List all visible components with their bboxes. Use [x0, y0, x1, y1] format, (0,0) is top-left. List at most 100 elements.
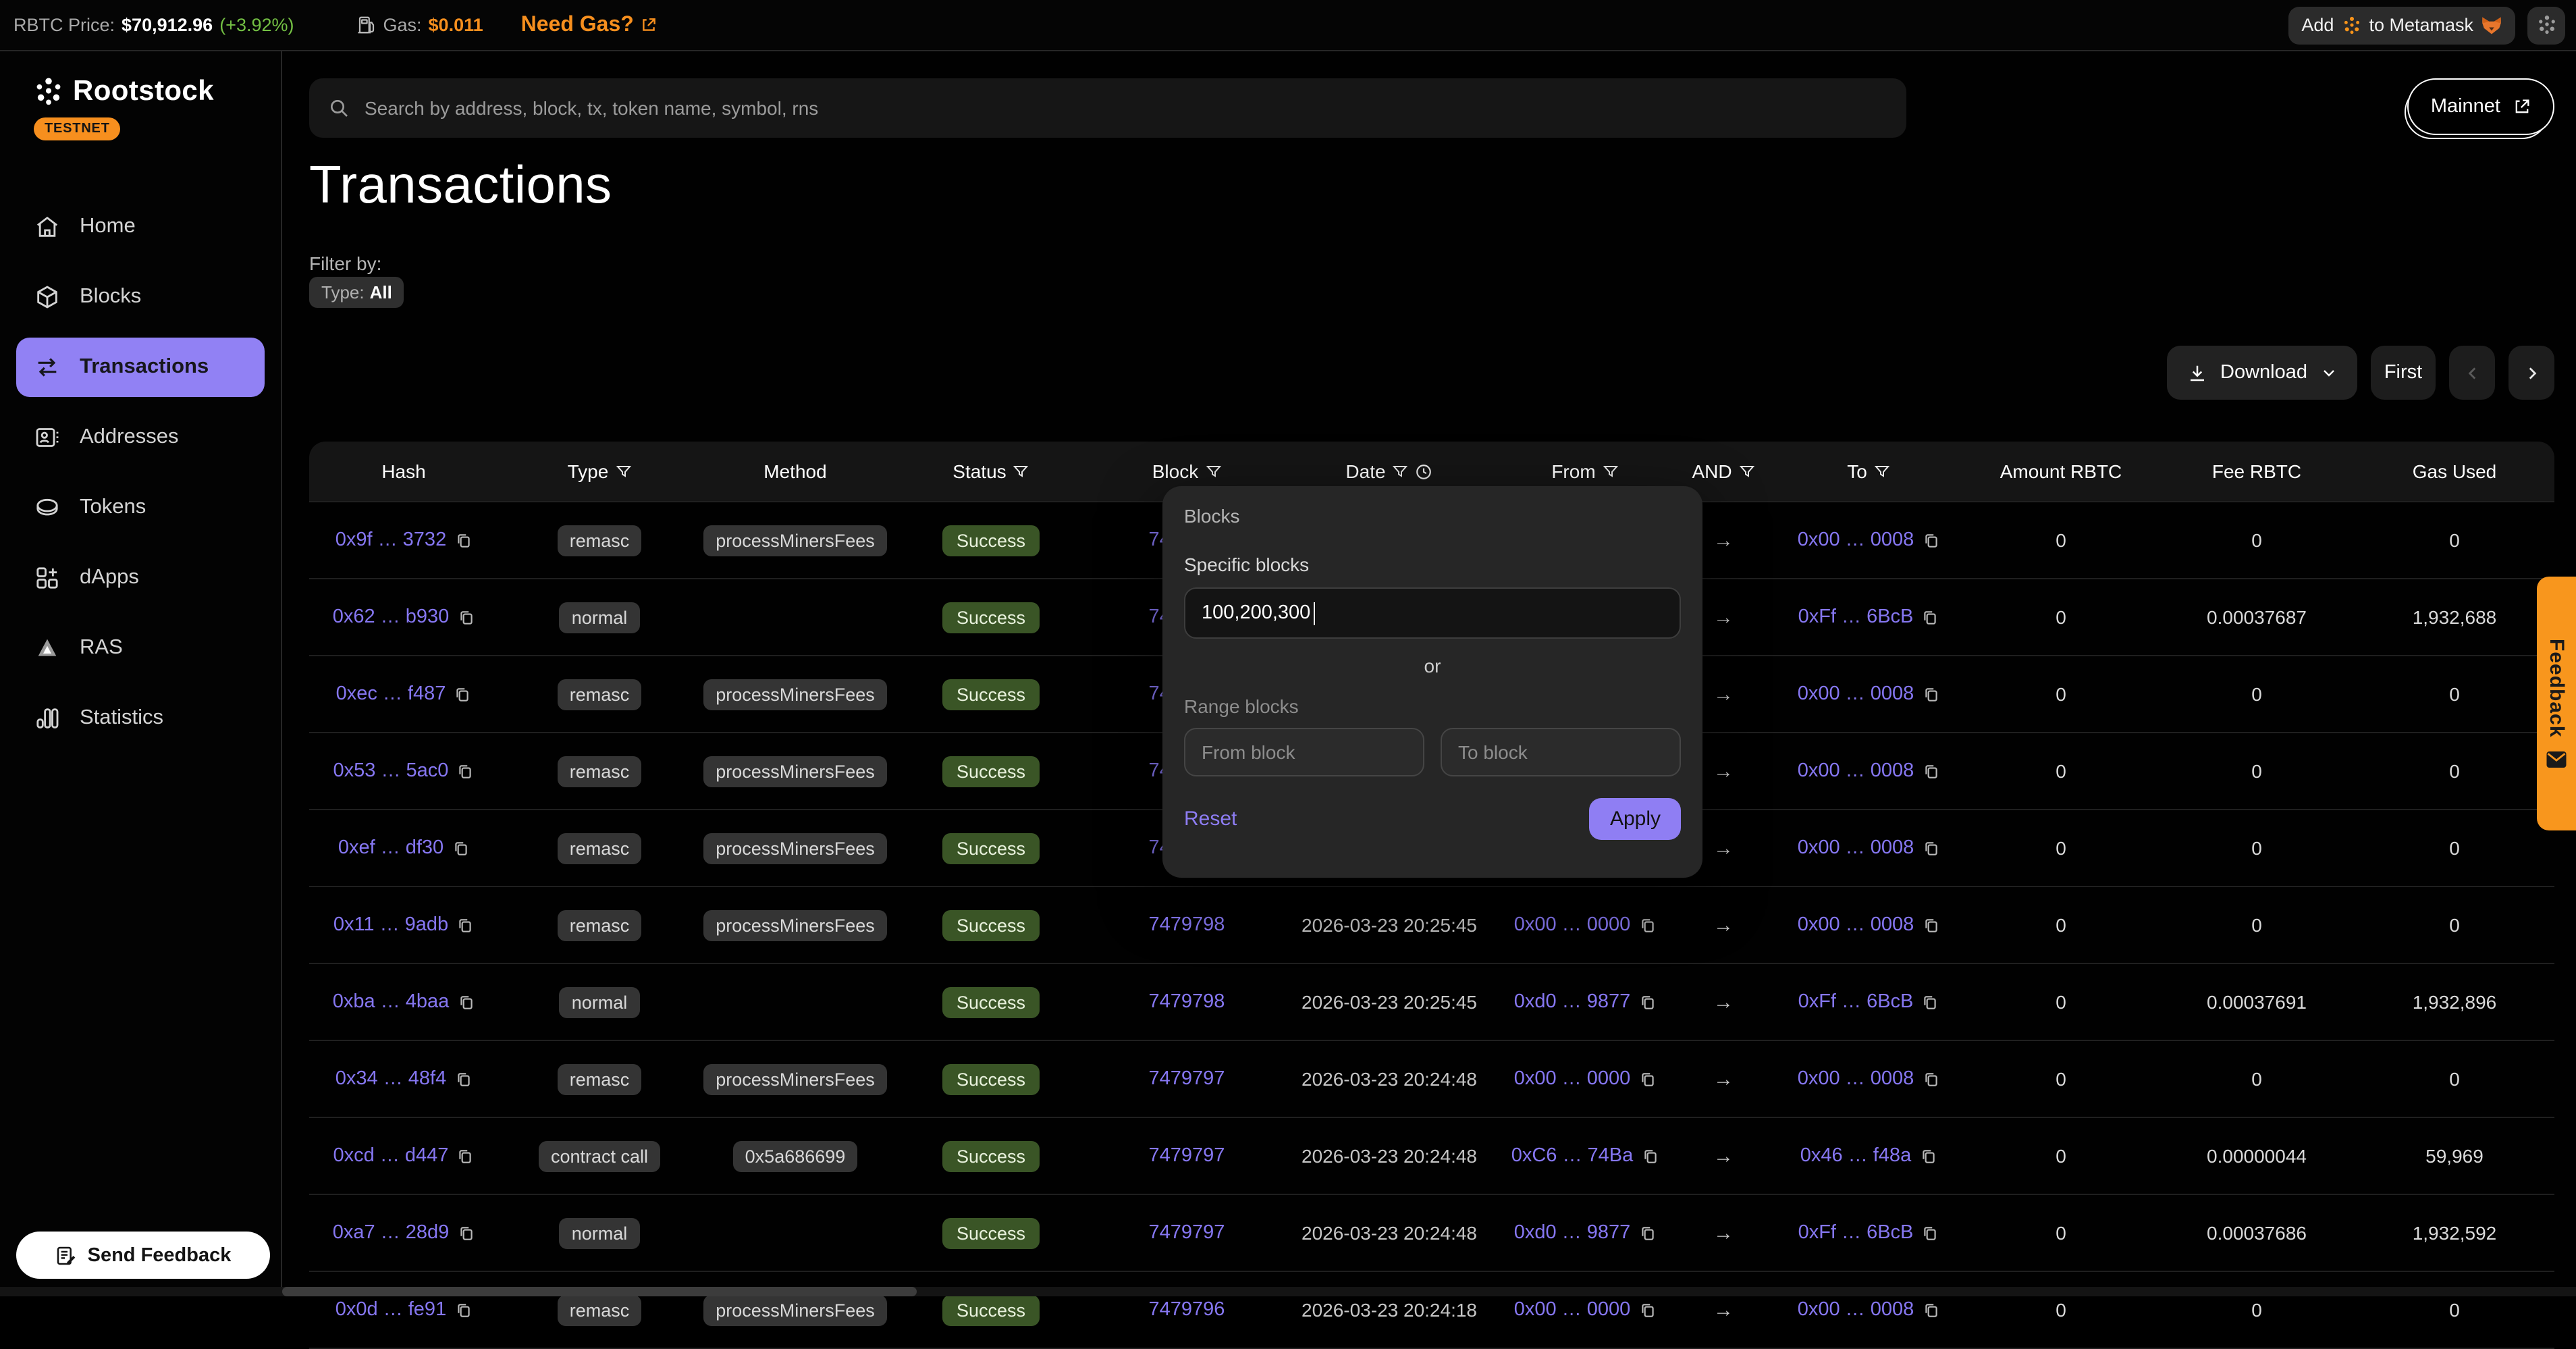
to-address-link[interactable]: 0x00 … 0008: [1798, 683, 1914, 705]
from-address-link[interactable]: 0x00 … 0000: [1514, 1299, 1631, 1321]
to-address-link[interactable]: 0x46 … f48a: [1800, 1145, 1911, 1167]
tx-hash-link[interactable]: 0xba … 4baa: [333, 991, 450, 1013]
block-link[interactable]: 7479798: [1149, 991, 1225, 1013]
copy-icon[interactable]: [457, 1224, 475, 1242]
filter-icon[interactable]: [1013, 463, 1029, 479]
download-button[interactable]: Download: [2166, 346, 2357, 400]
copy-icon[interactable]: [1638, 993, 1656, 1011]
block-link[interactable]: 7479796: [1149, 1299, 1225, 1321]
from-address-link[interactable]: 0x00 … 0000: [1514, 1068, 1631, 1090]
to-address-link[interactable]: 0x00 … 0008: [1798, 837, 1914, 859]
tx-hash-link[interactable]: 0x62 … b930: [333, 606, 450, 628]
copy-icon[interactable]: [1922, 1301, 1939, 1319]
tx-hash-link[interactable]: 0xec … f487: [336, 683, 446, 705]
from-address-link[interactable]: 0xd0 … 9877: [1514, 1222, 1631, 1244]
copy-icon[interactable]: [1638, 916, 1656, 934]
to-block-input[interactable]: [1441, 728, 1681, 776]
search-input[interactable]: [362, 96, 1887, 120]
copy-icon[interactable]: [456, 1147, 474, 1165]
block-link[interactable]: 7479798: [1149, 914, 1225, 936]
to-address-link[interactable]: 0x00 … 0008: [1798, 760, 1914, 782]
copy-icon[interactable]: [1922, 916, 1939, 934]
copy-icon[interactable]: [452, 839, 469, 857]
block-link[interactable]: 7479797: [1149, 1222, 1225, 1244]
sidebar-item-ras[interactable]: RAS: [16, 618, 265, 678]
column-header-type[interactable]: Type: [498, 460, 701, 482]
first-page-button[interactable]: First: [2371, 346, 2436, 400]
copy-icon[interactable]: [1921, 608, 1939, 626]
copy-icon[interactable]: [1922, 531, 1939, 549]
to-address-link[interactable]: 0x00 … 0008: [1798, 529, 1914, 551]
filter-icon[interactable]: [1393, 463, 1409, 479]
tx-hash-link[interactable]: 0xa7 … 28d9: [333, 1222, 450, 1244]
copy-icon[interactable]: [1921, 1224, 1939, 1242]
copy-icon[interactable]: [457, 608, 475, 626]
column-header-date[interactable]: Date: [1281, 460, 1497, 482]
tx-hash-link[interactable]: 0x11 … 9adb: [333, 914, 448, 936]
sidebar-item-dapps[interactable]: dApps: [16, 548, 265, 608]
copy-icon[interactable]: [1641, 1147, 1659, 1165]
rootstock-network-button[interactable]: [2527, 6, 2565, 44]
column-header-from[interactable]: From: [1497, 460, 1673, 482]
to-address-link[interactable]: 0xFf … 6BcB: [1798, 1222, 1914, 1244]
filter-icon[interactable]: [1739, 463, 1755, 479]
sidebar-item-tokens[interactable]: Tokens: [16, 478, 265, 537]
copy-icon[interactable]: [1919, 1147, 1937, 1165]
copy-icon[interactable]: [1638, 1070, 1656, 1088]
copy-icon[interactable]: [1922, 685, 1939, 703]
copy-icon[interactable]: [454, 531, 472, 549]
from-address-link[interactable]: 0x00 … 0000: [1514, 914, 1631, 936]
tx-hash-link[interactable]: 0xcd … d447: [333, 1145, 449, 1167]
specific-blocks-input[interactable]: 100,200,300: [1184, 587, 1681, 639]
copy-icon[interactable]: [454, 1070, 472, 1088]
tx-hash-link[interactable]: 0x34 … 48f4: [336, 1068, 446, 1090]
feedback-tab[interactable]: Feedback: [2537, 577, 2576, 830]
to-address-link[interactable]: 0x00 … 0008: [1798, 1068, 1914, 1090]
to-address-link[interactable]: 0xFf … 6BcB: [1798, 606, 1914, 628]
horizontal-scrollbar-thumb[interactable]: [282, 1287, 917, 1296]
rootstock-logo[interactable]: Rootstock: [0, 51, 281, 108]
next-page-button[interactable]: [2508, 346, 2554, 400]
filter-icon[interactable]: [615, 463, 631, 479]
column-header-status[interactable]: Status: [890, 460, 1092, 482]
copy-icon[interactable]: [1922, 839, 1939, 857]
filter-icon[interactable]: [1205, 463, 1221, 479]
column-header-and[interactable]: AND: [1673, 460, 1774, 482]
type-filter-chip[interactable]: Type: All: [309, 277, 404, 308]
copy-icon[interactable]: [1638, 1224, 1656, 1242]
tx-hash-link[interactable]: 0x9f … 3732: [336, 529, 446, 551]
tx-hash-link[interactable]: 0x53 … 5ac0: [333, 760, 449, 782]
copy-icon[interactable]: [457, 993, 475, 1011]
clock-icon[interactable]: [1416, 462, 1433, 480]
copy-icon[interactable]: [1638, 1301, 1656, 1319]
copy-icon[interactable]: [456, 916, 474, 934]
tx-hash-link[interactable]: 0x0d … fe91: [336, 1299, 446, 1321]
copy-icon[interactable]: [1922, 1070, 1939, 1088]
tx-hash-link[interactable]: 0xef … df30: [338, 837, 444, 859]
filter-icon[interactable]: [1603, 463, 1619, 479]
sidebar-item-blocks[interactable]: Blocks: [16, 267, 265, 327]
to-address-link[interactable]: 0xFf … 6BcB: [1798, 991, 1914, 1013]
copy-icon[interactable]: [1921, 993, 1939, 1011]
from-address-link[interactable]: 0xC6 … 74Ba: [1511, 1145, 1634, 1167]
sidebar-item-transactions[interactable]: Transactions: [16, 338, 265, 397]
block-link[interactable]: 7479797: [1149, 1068, 1225, 1090]
copy-icon[interactable]: [454, 685, 471, 703]
add-to-metamask-button[interactable]: Add to Metamask: [2288, 6, 2515, 44]
sidebar-item-statistics[interactable]: Statistics: [16, 689, 265, 748]
to-address-link[interactable]: 0x00 … 0008: [1798, 1299, 1914, 1321]
from-address-link[interactable]: 0xd0 … 9877: [1514, 991, 1631, 1013]
mainnet-switch-button[interactable]: Mainnet: [2408, 78, 2554, 135]
to-address-link[interactable]: 0x00 … 0008: [1798, 914, 1914, 936]
sidebar-item-home[interactable]: Home: [16, 197, 265, 257]
send-feedback-button[interactable]: Send Feedback: [16, 1232, 270, 1279]
copy-icon[interactable]: [1922, 762, 1939, 780]
copy-icon[interactable]: [454, 1301, 472, 1319]
copy-icon[interactable]: [456, 762, 474, 780]
column-header-block[interactable]: Block: [1092, 460, 1281, 482]
reset-button[interactable]: Reset: [1184, 808, 1237, 830]
from-block-input[interactable]: [1184, 728, 1424, 776]
sidebar-item-addresses[interactable]: Addresses: [16, 408, 265, 467]
prev-page-button[interactable]: [2449, 346, 2495, 400]
need-gas-link[interactable]: Need Gas?: [521, 13, 658, 37]
